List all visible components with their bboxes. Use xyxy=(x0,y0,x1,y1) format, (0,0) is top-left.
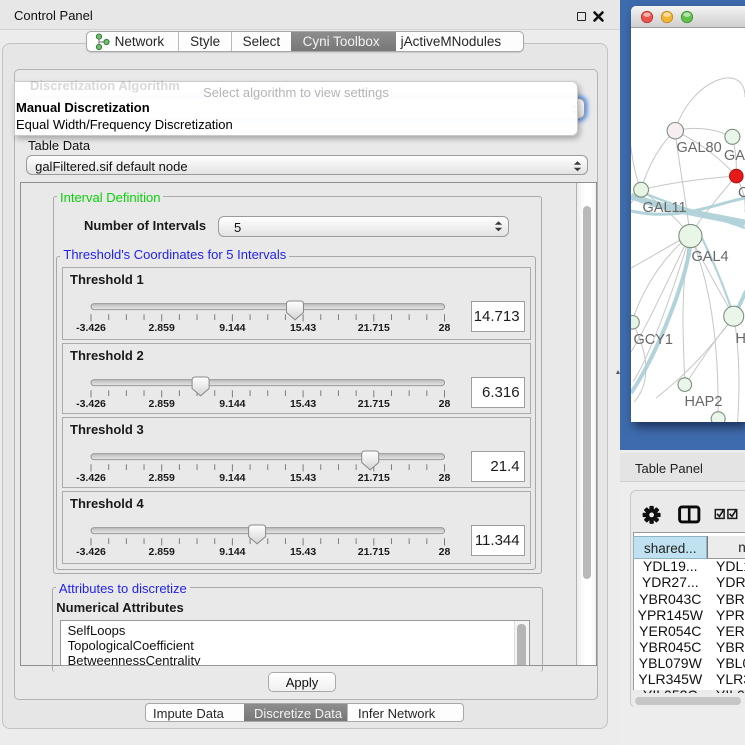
svg-text:9.144: 9.144 xyxy=(219,546,245,558)
svg-text:21.715: 21.715 xyxy=(358,322,390,334)
svg-text:GCY1: GCY1 xyxy=(634,332,674,348)
svg-text:2.859: 2.859 xyxy=(149,472,175,484)
svg-text:21.715: 21.715 xyxy=(358,546,390,558)
svg-text:15.43: 15.43 xyxy=(290,546,316,558)
svg-text:2.859: 2.859 xyxy=(149,546,175,558)
svg-text:HAP2: HAP2 xyxy=(685,394,723,410)
svg-text:21.715: 21.715 xyxy=(358,398,390,410)
svg-text:GAL11: GAL11 xyxy=(643,200,687,216)
svg-text:21.715: 21.715 xyxy=(358,472,390,484)
svg-text:-3.426: -3.426 xyxy=(76,546,106,558)
svg-text:CD: CD xyxy=(738,185,745,201)
svg-text:28: 28 xyxy=(439,322,451,334)
svg-text:9.144: 9.144 xyxy=(219,472,245,484)
svg-text:28: 28 xyxy=(439,546,451,558)
svg-text:9.144: 9.144 xyxy=(219,322,245,334)
svg-text:28: 28 xyxy=(439,472,451,484)
svg-text:-3.426: -3.426 xyxy=(76,322,106,334)
svg-text:28: 28 xyxy=(439,398,451,410)
svg-text:GAL80: GAL80 xyxy=(677,140,722,156)
svg-text:GAL4: GAL4 xyxy=(692,249,729,265)
svg-text:HI: HI xyxy=(736,331,745,347)
svg-text:15.43: 15.43 xyxy=(290,322,316,334)
svg-text:-3.426: -3.426 xyxy=(76,398,106,410)
svg-text:GAL2: GAL2 xyxy=(724,148,745,164)
svg-text:15.43: 15.43 xyxy=(290,472,316,484)
svg-text:15.43: 15.43 xyxy=(290,398,316,410)
svg-text:-3.426: -3.426 xyxy=(76,472,106,484)
svg-text:9.144: 9.144 xyxy=(219,398,245,410)
svg-text:2.859: 2.859 xyxy=(149,398,175,410)
svg-text:2.859: 2.859 xyxy=(149,322,175,334)
